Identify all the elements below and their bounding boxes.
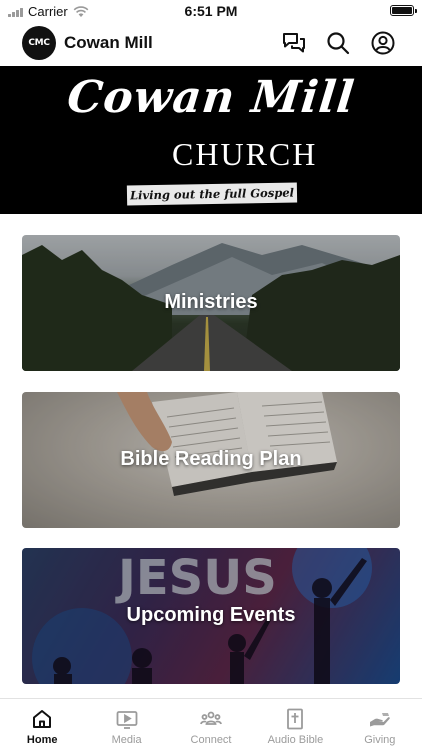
church-banner: Cowan Mill CHURCH Living out the full Go… <box>0 66 422 214</box>
bible-reading-plan-label: Bible Reading Plan <box>120 448 302 470</box>
chat-icon[interactable] <box>281 30 307 56</box>
banner-subtitle: CHURCH <box>172 136 318 172</box>
tab-audio-bible-label: Audio Bible <box>267 734 324 746</box>
banner-title: Cowan Mill <box>64 72 358 123</box>
bottom-tab-bar: Home Media Connect Audio Bible Giving <box>0 698 422 750</box>
tab-connect[interactable]: Connect <box>169 699 253 750</box>
media-icon <box>116 711 138 729</box>
home-icon <box>33 710 52 728</box>
ministries-label: Ministries <box>164 291 258 313</box>
church-logo[interactable]: CMC <box>22 26 56 60</box>
tab-media-label: Media <box>111 734 142 746</box>
logo-text: CMC <box>28 38 50 48</box>
banner-tagline: Living out the full Gospel <box>126 182 298 206</box>
tab-connect-label: Connect <box>190 734 232 746</box>
giving-icon <box>369 713 390 727</box>
app-header: CMC Cowan Mill <box>0 24 422 64</box>
ministries-card[interactable]: Ministries <box>22 235 400 371</box>
tagline-text: Living out the full Gospel <box>129 185 295 203</box>
bible-reading-plan-card[interactable]: Bible Reading Plan <box>22 392 400 528</box>
tab-home[interactable]: Home <box>0 699 84 750</box>
audio-bible-icon <box>287 708 304 730</box>
tab-giving-label: Giving <box>364 734 396 746</box>
search-icon[interactable] <box>325 30 351 56</box>
tab-giving[interactable]: Giving <box>338 699 422 750</box>
status-time: 6:51 PM <box>184 3 238 19</box>
upcoming-events-label: Upcoming Events <box>126 604 296 626</box>
tab-home-label: Home <box>26 734 58 746</box>
profile-icon[interactable] <box>370 30 396 56</box>
connect-icon <box>200 711 222 725</box>
battery-icon <box>390 5 417 16</box>
tab-audio-bible[interactable]: Audio Bible <box>253 699 337 750</box>
tab-media[interactable]: Media <box>84 699 168 750</box>
upcoming-events-card[interactable]: JESUS Upcoming Events <box>22 548 400 684</box>
app-title: Cowan Mill <box>64 33 153 52</box>
status-bar: Carrier 6:51 PM <box>0 0 422 22</box>
